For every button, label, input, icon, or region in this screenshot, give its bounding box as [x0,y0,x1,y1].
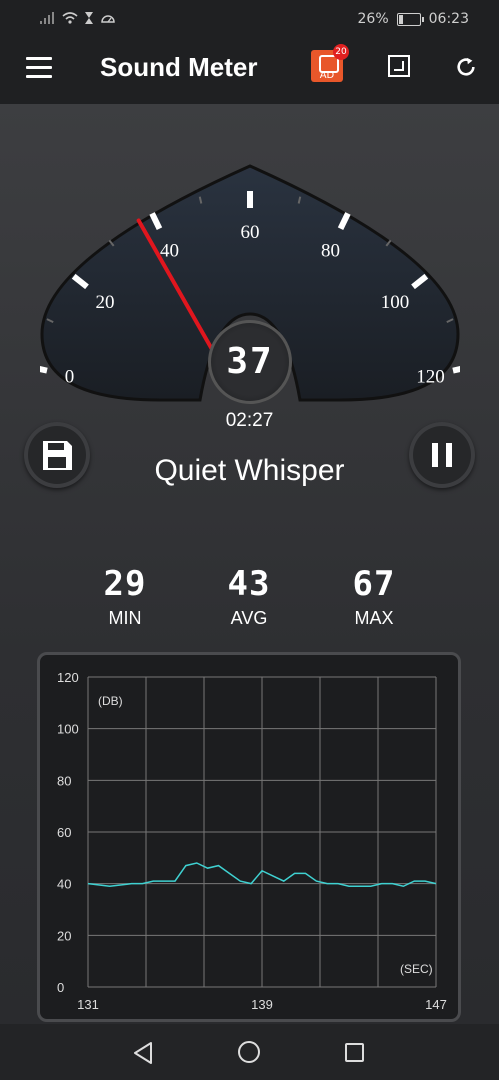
fullscreen-button[interactable] [388,55,410,77]
y-tick-label: 20 [57,928,71,943]
current-reading: 37 [208,320,292,404]
max-label: MAX [354,608,394,628]
status-bar: 26% 06:23 [0,0,499,40]
min-label: MIN [108,608,142,628]
menu-icon [26,57,52,60]
gauge-scale-label: 20 [96,292,115,313]
navigation-bar [0,1024,499,1080]
ad-button[interactable]: 20 AD [311,44,349,82]
y-axis-label: (DB) [98,694,123,708]
x-tick-label: 147 [425,997,447,1012]
pause-button[interactable] [409,422,475,488]
y-tick-label: 120 [57,670,79,685]
app-bar: Sound Meter 20 AD [0,40,499,104]
refresh-icon[interactable] [455,56,477,78]
battery-percent: 26% [357,11,389,27]
y-tick-label: 100 [57,722,79,737]
chart-plot: 0 20 40 60 80 100 120 131 139 147 (DB) (SEC) [57,670,447,1012]
y-tick-label: 60 [57,825,71,840]
avg-label: AVG [230,608,268,628]
decibel-chart: 0 20 40 60 80 100 120 131 139 147 (DB) (SEC) [37,652,461,1022]
y-tick-label: 80 [57,773,71,788]
min-stat: 29 MIN [75,564,175,629]
min-value: 29 [103,564,147,604]
gauge-scale-label: 40 [160,240,179,261]
speedometer-icon [101,15,115,23]
pause-icon [432,443,452,467]
x-axis-label: (SEC) [400,962,433,976]
avg-stat: 43 AVG [199,564,299,629]
battery-icon [396,12,424,26]
gauge-tick [40,365,48,374]
app-title: Sound Meter [100,52,258,82]
recent-apps-icon[interactable] [345,1043,364,1062]
gauge-scale-label: 0 [65,367,75,388]
x-tick-label: 131 [77,997,99,1012]
x-tick-label: 139 [251,997,273,1012]
gauge-scale-label: 100 [381,292,410,313]
hourglass-icon [85,12,93,24]
stats-row: 29 MIN 43 AVG 67 MAX [0,564,499,634]
main-panel: 0 20 40 60 80 100 120 37 02:27 Quiet Whisper 2… [0,104,499,1024]
ad-count-badge: 20 [333,44,349,60]
signal-icon [40,12,54,24]
max-value: 67 [352,564,396,604]
avg-value: 43 [227,564,271,604]
gauge-tick [452,365,460,374]
max-stat: 67 MAX [324,564,424,629]
status-icons [40,12,116,24]
wifi-icon [62,12,78,24]
gauge-scale-label: 80 [321,240,340,261]
menu-button[interactable] [26,57,52,79]
gauge-scale-label: 60 [241,222,260,243]
gauge-scale-label: 120 [416,367,445,388]
clock: 06:23 [428,11,469,27]
home-icon[interactable] [238,1041,260,1063]
back-icon[interactable] [133,1042,153,1064]
ad-label: AD [319,70,335,81]
y-tick-label: 40 [57,877,71,892]
y-tick-label: 0 [57,980,64,995]
